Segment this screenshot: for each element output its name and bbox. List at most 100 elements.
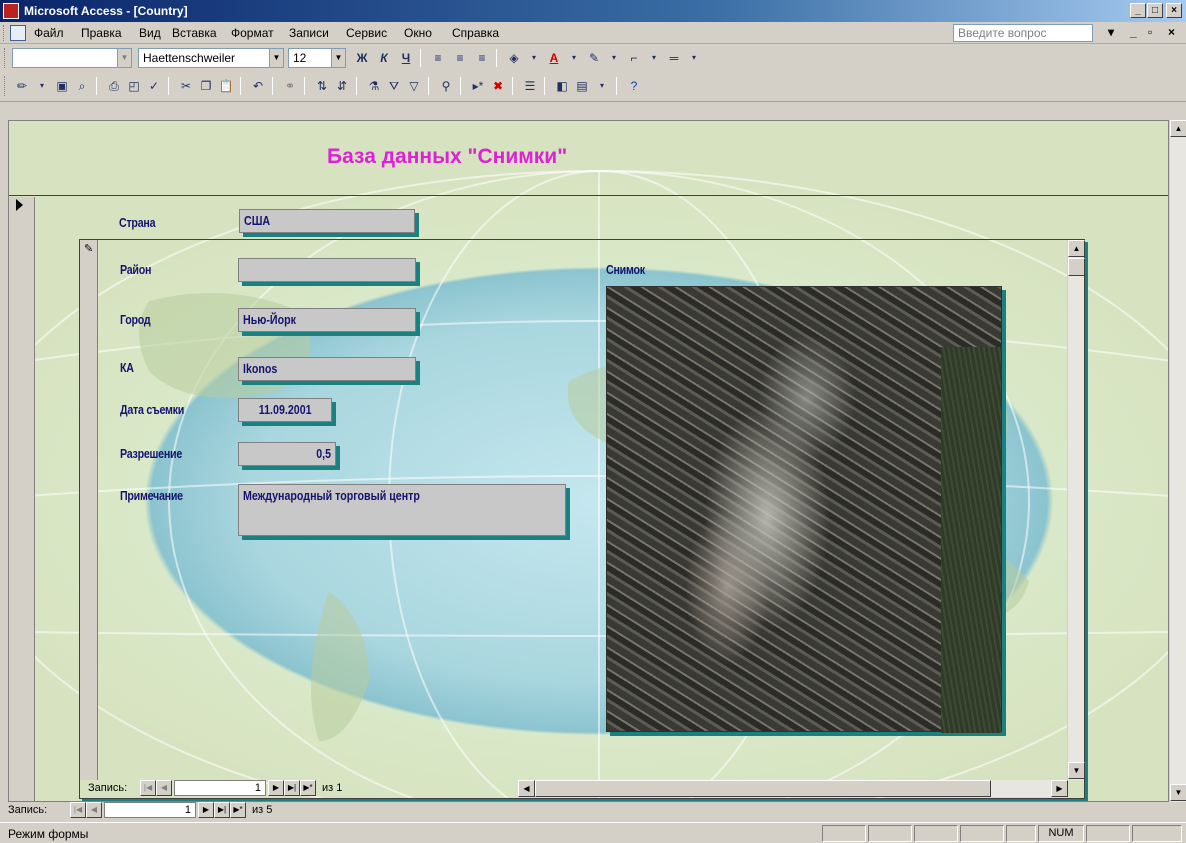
- chevron-down-icon[interactable]: ▾: [32, 77, 52, 95]
- align-center-icon[interactable]: ≡: [450, 49, 470, 67]
- satellite-field[interactable]: Ikonos: [238, 357, 416, 381]
- previous-record-button[interactable]: ◀: [86, 802, 102, 818]
- resolution-field[interactable]: 0,5: [238, 442, 336, 466]
- chevron-down-icon[interactable]: ▾: [592, 77, 612, 95]
- subform-record-selector[interactable]: ✎: [80, 240, 98, 780]
- italic-button[interactable]: К: [374, 49, 394, 67]
- last-record-button[interactable]: ▶|: [214, 802, 230, 818]
- new-record-button[interactable]: ▶*: [230, 802, 246, 818]
- menubar-grip[interactable]: [3, 25, 6, 41]
- new-record-button[interactable]: ▶*: [300, 780, 316, 796]
- line-color-icon[interactable]: ✎: [584, 49, 604, 67]
- menu-records[interactable]: Записи: [289, 26, 329, 40]
- fill-color-icon[interactable]: ◈: [504, 49, 524, 67]
- delete-record-icon[interactable]: ✖: [488, 77, 508, 95]
- ask-question-input[interactable]: Введите вопрос: [953, 24, 1093, 42]
- access-app-icon[interactable]: [3, 3, 19, 19]
- subform-horizontal-scrollbar[interactable]: ◀ ▶: [518, 780, 1068, 797]
- close-button[interactable]: ×: [1166, 3, 1182, 18]
- scroll-up-icon[interactable]: ▲: [1170, 120, 1186, 137]
- first-record-button[interactable]: |◀: [140, 780, 156, 796]
- menu-format[interactable]: Формат: [231, 26, 274, 40]
- chevron-down-icon[interactable]: ▼: [269, 49, 283, 67]
- scroll-thumb[interactable]: [1068, 258, 1085, 276]
- scroll-up-icon[interactable]: ▲: [1068, 240, 1085, 257]
- previous-record-button[interactable]: ◀: [156, 780, 172, 796]
- paste-icon[interactable]: 📋: [216, 77, 236, 95]
- menu-help[interactable]: Справка: [452, 26, 499, 40]
- doc-restore-icon[interactable]: ▫: [1148, 25, 1152, 39]
- bold-button[interactable]: Ж: [352, 49, 372, 67]
- print-preview-icon[interactable]: ◰: [124, 77, 144, 95]
- date-field[interactable]: 11.09.2001: [238, 398, 332, 422]
- chevron-down-icon[interactable]: ▼: [117, 49, 131, 67]
- filter-by-form-icon[interactable]: ⛛: [384, 77, 404, 95]
- scroll-left-icon[interactable]: ◀: [518, 780, 535, 797]
- spelling-icon[interactable]: ✓: [144, 77, 164, 95]
- copy-icon[interactable]: ❐: [196, 77, 216, 95]
- font-size-combo[interactable]: 12 ▼: [288, 48, 346, 68]
- menu-insert[interactable]: Вставка: [172, 26, 217, 40]
- subform-record-number-input[interactable]: 1: [174, 780, 266, 796]
- form-vertical-scrollbar[interactable]: ▲ ▼: [1169, 120, 1186, 802]
- underline-button[interactable]: Ч: [396, 49, 416, 67]
- subform-vertical-scrollbar[interactable]: ▲ ▼: [1067, 240, 1085, 780]
- chevron-down-icon[interactable]: ▾: [524, 49, 544, 67]
- find-icon[interactable]: ⚲: [436, 77, 456, 95]
- line-width-icon[interactable]: ═: [664, 49, 684, 67]
- record-number-input[interactable]: 1: [104, 802, 196, 818]
- chevron-down-icon[interactable]: ▾: [644, 49, 664, 67]
- menu-view[interactable]: Вид: [139, 26, 161, 40]
- scroll-down-icon[interactable]: ▼: [1170, 784, 1186, 801]
- cut-icon[interactable]: ✂: [176, 77, 196, 95]
- print-icon[interactable]: ⎙: [104, 77, 124, 95]
- help-dropdown-icon[interactable]: ▾: [1108, 25, 1114, 39]
- satellite-image[interactable]: [606, 286, 1002, 733]
- chevron-down-icon[interactable]: ▾: [684, 49, 704, 67]
- district-field[interactable]: [238, 258, 416, 282]
- align-left-icon[interactable]: ≡: [428, 49, 448, 67]
- insert-hyperlink-icon[interactable]: ⚭: [280, 77, 300, 95]
- resize-grip[interactable]: [1132, 825, 1182, 842]
- last-record-button[interactable]: ▶|: [284, 780, 300, 796]
- design-view-icon[interactable]: ✏: [12, 77, 32, 95]
- document-icon[interactable]: [10, 25, 26, 41]
- city-field[interactable]: Нью-Йорк: [238, 308, 416, 332]
- font-name-combo[interactable]: Haettenschweiler ▼: [138, 48, 284, 68]
- toolbar-grip[interactable]: [4, 76, 7, 96]
- new-record-icon[interactable]: ▸*: [468, 77, 488, 95]
- menu-edit[interactable]: Правка: [81, 26, 122, 40]
- undo-icon[interactable]: ↶: [248, 77, 268, 95]
- font-color-icon[interactable]: A: [544, 49, 564, 67]
- chevron-down-icon[interactable]: ▾: [564, 49, 584, 67]
- maximize-button[interactable]: □: [1147, 3, 1163, 18]
- next-record-button[interactable]: ▶: [198, 802, 214, 818]
- help-icon[interactable]: ?: [624, 77, 644, 95]
- menu-file[interactable]: Файл: [34, 26, 64, 40]
- menu-tools[interactable]: Сервис: [346, 26, 387, 40]
- scroll-right-icon[interactable]: ▶: [1051, 780, 1068, 797]
- doc-minimize-icon[interactable]: _: [1130, 25, 1137, 39]
- chevron-down-icon[interactable]: ▼: [331, 49, 345, 67]
- record-selector[interactable]: [9, 197, 35, 801]
- minimize-button[interactable]: _: [1130, 3, 1146, 18]
- save-icon[interactable]: ▣: [52, 77, 72, 95]
- filter-by-selection-icon[interactable]: ⚗: [364, 77, 384, 95]
- first-record-button[interactable]: |◀: [70, 802, 86, 818]
- country-field[interactable]: США: [239, 209, 415, 233]
- doc-close-icon[interactable]: ×: [1168, 25, 1175, 39]
- sort-descending-icon[interactable]: ⇵: [332, 77, 352, 95]
- new-object-icon[interactable]: ▤: [572, 77, 592, 95]
- object-combo[interactable]: ▼: [12, 48, 132, 68]
- note-field[interactable]: Международный торговый центр: [238, 484, 566, 536]
- properties-icon[interactable]: ☰: [520, 77, 540, 95]
- sort-ascending-icon[interactable]: ⇅: [312, 77, 332, 95]
- search-file-icon[interactable]: ⌕: [72, 77, 92, 95]
- chevron-down-icon[interactable]: ▾: [604, 49, 624, 67]
- next-record-button[interactable]: ▶: [268, 780, 284, 796]
- horizontal-scroll-thumb[interactable]: [535, 780, 991, 797]
- database-window-icon[interactable]: ◧: [552, 77, 572, 95]
- scroll-down-icon[interactable]: ▼: [1068, 762, 1085, 779]
- menu-window[interactable]: Окно: [404, 26, 432, 40]
- apply-filter-icon[interactable]: ▽: [404, 77, 424, 95]
